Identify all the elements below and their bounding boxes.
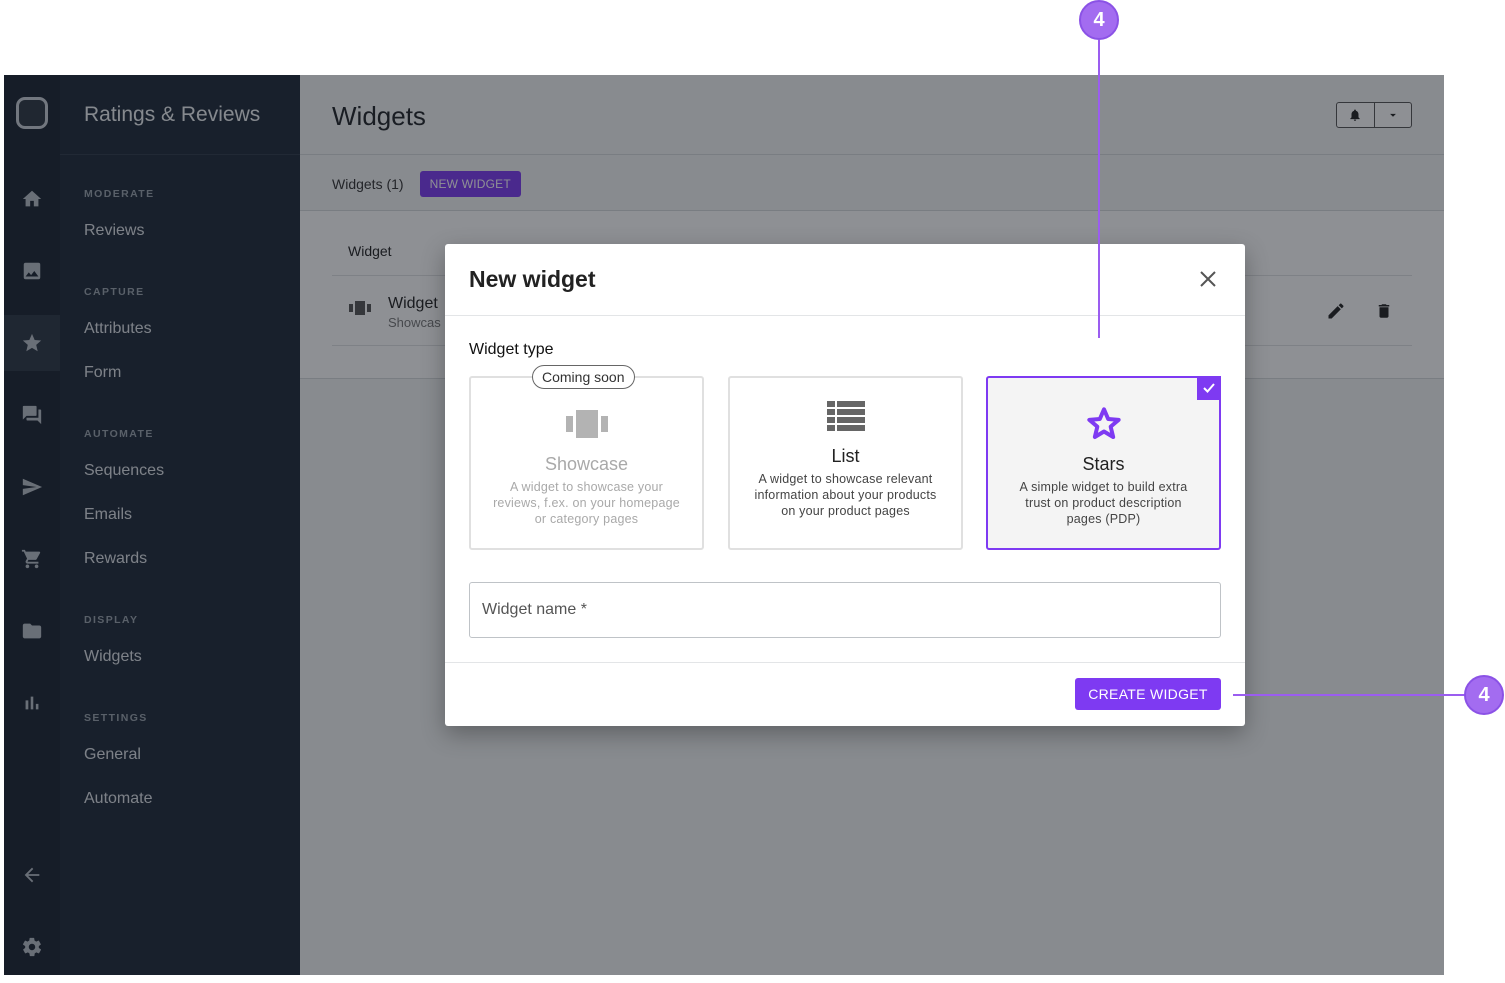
checkmark-icon	[1197, 376, 1221, 400]
card-title: Stars	[1082, 454, 1125, 474]
showcase-icon	[471, 410, 702, 438]
widget-type-label: Widget type	[469, 341, 554, 358]
create-widget-button[interactable]: CREATE WIDGET	[1075, 678, 1221, 710]
callout-connector-right	[1233, 694, 1466, 696]
star-outline-icon	[988, 404, 1219, 444]
widget-name-input[interactable]	[469, 582, 1221, 638]
close-icon[interactable]	[1197, 268, 1219, 290]
list-icon	[730, 401, 961, 431]
widget-type-card-stars[interactable]: Stars A simple widget to build extra tru…	[986, 376, 1221, 550]
new-widget-dialog: New widget Widget type Coming soon Showc…	[445, 244, 1245, 726]
dialog-footer-divider	[445, 662, 1245, 663]
callout-badge-right: 4	[1464, 675, 1504, 715]
card-description: A widget to showcase relevant informatio…	[754, 472, 937, 518]
callout-badge-top: 4	[1079, 0, 1119, 40]
card-title: List	[831, 446, 860, 466]
dialog-title: New widget	[469, 266, 596, 292]
widget-type-card-list[interactable]: List A widget to showcase relevant infor…	[728, 376, 963, 550]
coming-soon-badge: Coming soon	[532, 365, 635, 389]
app-window: Ratings & Reviews MODERATE Reviews CAPTU…	[4, 75, 1444, 975]
card-description: A widget to showcase your reviews, f.ex.…	[493, 480, 680, 526]
callout-connector-top	[1098, 40, 1100, 338]
widget-type-card-showcase: Coming soon Showcase A widget to showcas…	[469, 365, 704, 550]
card-title: Showcase	[544, 454, 629, 474]
dialog-header-divider	[445, 315, 1245, 316]
card-description: A simple widget to build extra trust on …	[1019, 480, 1188, 526]
